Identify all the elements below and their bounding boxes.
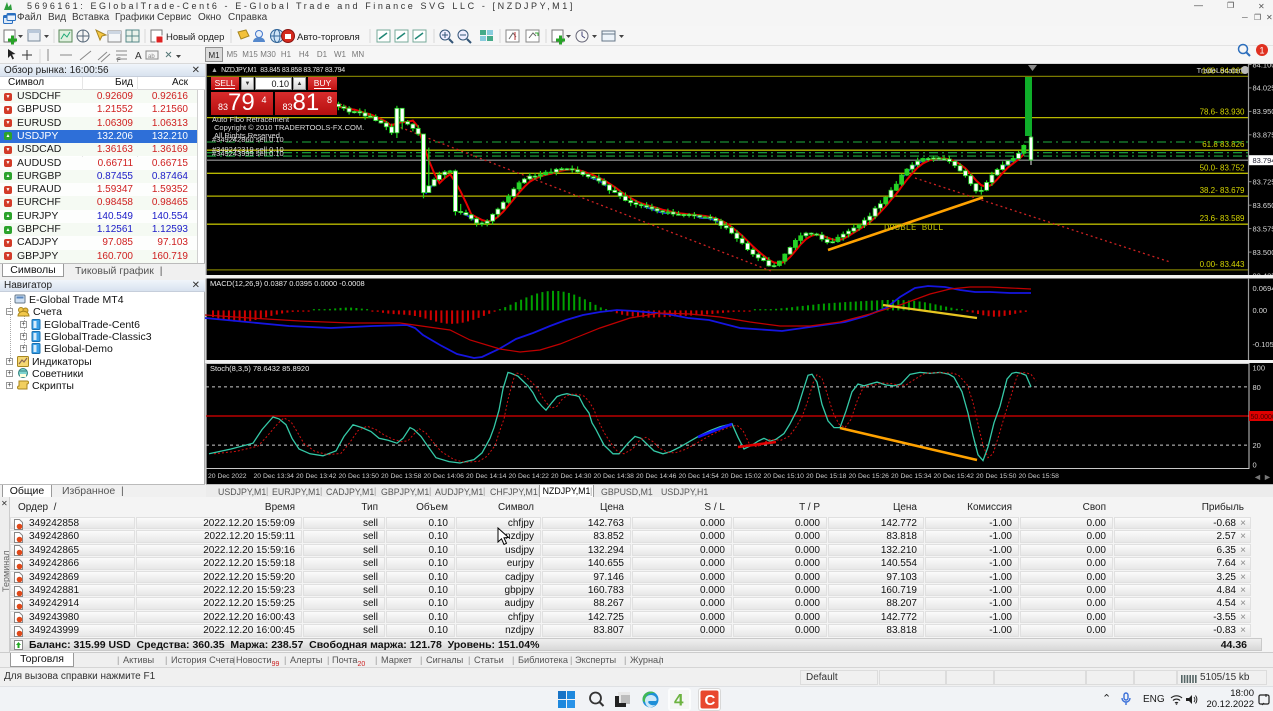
- svg-text:20 Dec 13:34: 20 Dec 13:34: [254, 473, 295, 480]
- svg-text:83.650: 83.650: [1253, 201, 1273, 210]
- svg-text:A: A: [135, 51, 142, 62]
- svg-text:83.575: 83.575: [1253, 224, 1273, 233]
- svg-text:50.0- 83.752: 50.0- 83.752: [1200, 163, 1245, 172]
- svg-text:20 Dec 14:06: 20 Dec 14:06: [424, 473, 465, 480]
- svg-text:20 Dec 15:18: 20 Dec 15:18: [806, 473, 847, 480]
- svg-text:83.875: 83.875: [1253, 131, 1273, 140]
- svg-text:TradeLocator: TradeLocator: [1197, 66, 1242, 75]
- svg-text:20 Dec 14:14: 20 Dec 14:14: [466, 473, 507, 480]
- svg-text:ab: ab: [148, 54, 155, 60]
- svg-text:DOUBLE BULL: DOUBLE BULL: [884, 223, 943, 233]
- svg-text:20 Dec 13:42: 20 Dec 13:42: [296, 473, 337, 480]
- svg-text:◄: ◄: [1253, 472, 1262, 482]
- svg-text:20 Dec 14:38: 20 Dec 14:38: [594, 473, 635, 480]
- svg-text:20 Dec 15:58: 20 Dec 15:58: [1019, 473, 1060, 480]
- svg-text:20 Dec 15:42: 20 Dec 15:42: [934, 473, 975, 480]
- svg-text:20 Dec 14:46: 20 Dec 14:46: [636, 473, 677, 480]
- svg-text:83.950: 83.950: [1253, 107, 1273, 116]
- svg-text:84.100: 84.100: [1253, 64, 1273, 69]
- svg-text:38.2- 83.679: 38.2- 83.679: [1200, 186, 1245, 195]
- svg-text:-0.1054: -0.1054: [1253, 340, 1273, 349]
- svg-text:►: ►: [1263, 472, 1272, 482]
- svg-text:20 Dec 2022: 20 Dec 2022: [208, 473, 247, 480]
- svg-text:Авто-торговля: Авто-торговля: [297, 32, 360, 43]
- svg-text:20 Dec 15:02: 20 Dec 15:02: [721, 473, 762, 480]
- svg-text:83.500: 83.500: [1253, 248, 1273, 257]
- svg-text:20 Dec 15:34: 20 Dec 15:34: [891, 473, 932, 480]
- svg-text:20 Dec 13:50: 20 Dec 13:50: [339, 473, 380, 480]
- svg-text:84.025: 84.025: [1253, 84, 1273, 93]
- svg-text:MACD(12,26,9) 0.0387 0.0395 0.: MACD(12,26,9) 0.0387 0.0395 0.0000 -0.00…: [210, 279, 365, 288]
- svg-text:0.00: 0.00: [1253, 306, 1268, 315]
- svg-text:83.794: 83.794: [1253, 156, 1273, 165]
- svg-text:1: 1: [1260, 46, 1265, 56]
- svg-text:20 Dec 14:22: 20 Dec 14:22: [509, 473, 550, 480]
- svg-text:0.0694: 0.0694: [1253, 284, 1273, 293]
- svg-text:80: 80: [1253, 383, 1261, 392]
- svg-text:83.725: 83.725: [1253, 178, 1273, 187]
- svg-text:C: C: [705, 692, 716, 709]
- svg-text:100: 100: [1253, 364, 1266, 373]
- svg-text:Stoch(8,3,5) 78.6432 85.8920: Stoch(8,3,5) 78.6432 85.8920: [210, 364, 309, 373]
- svg-text:0.00- 83.443: 0.00- 83.443: [1200, 260, 1245, 269]
- svg-text:50.0000: 50.0000: [1251, 414, 1273, 421]
- svg-text:20 Dec 13:58: 20 Dec 13:58: [381, 473, 422, 480]
- svg-text:0: 0: [1253, 461, 1257, 470]
- svg-text:20 Dec 15:26: 20 Dec 15:26: [849, 473, 890, 480]
- svg-text:20 Dec 14:30: 20 Dec 14:30: [551, 473, 592, 480]
- svg-text:20 Dec 15:10: 20 Dec 15:10: [764, 473, 805, 480]
- svg-text:78.6- 83.930: 78.6- 83.930: [1200, 108, 1245, 117]
- svg-text:20: 20: [1253, 441, 1261, 450]
- svg-text:4: 4: [674, 691, 684, 710]
- svg-text:20 Dec 14:54: 20 Dec 14:54: [679, 473, 720, 480]
- svg-text:20 Dec 15:50: 20 Dec 15:50: [976, 473, 1017, 480]
- svg-text:Новый ордер: Новый ордер: [166, 32, 224, 43]
- svg-text:23.6- 83.589: 23.6- 83.589: [1200, 214, 1245, 223]
